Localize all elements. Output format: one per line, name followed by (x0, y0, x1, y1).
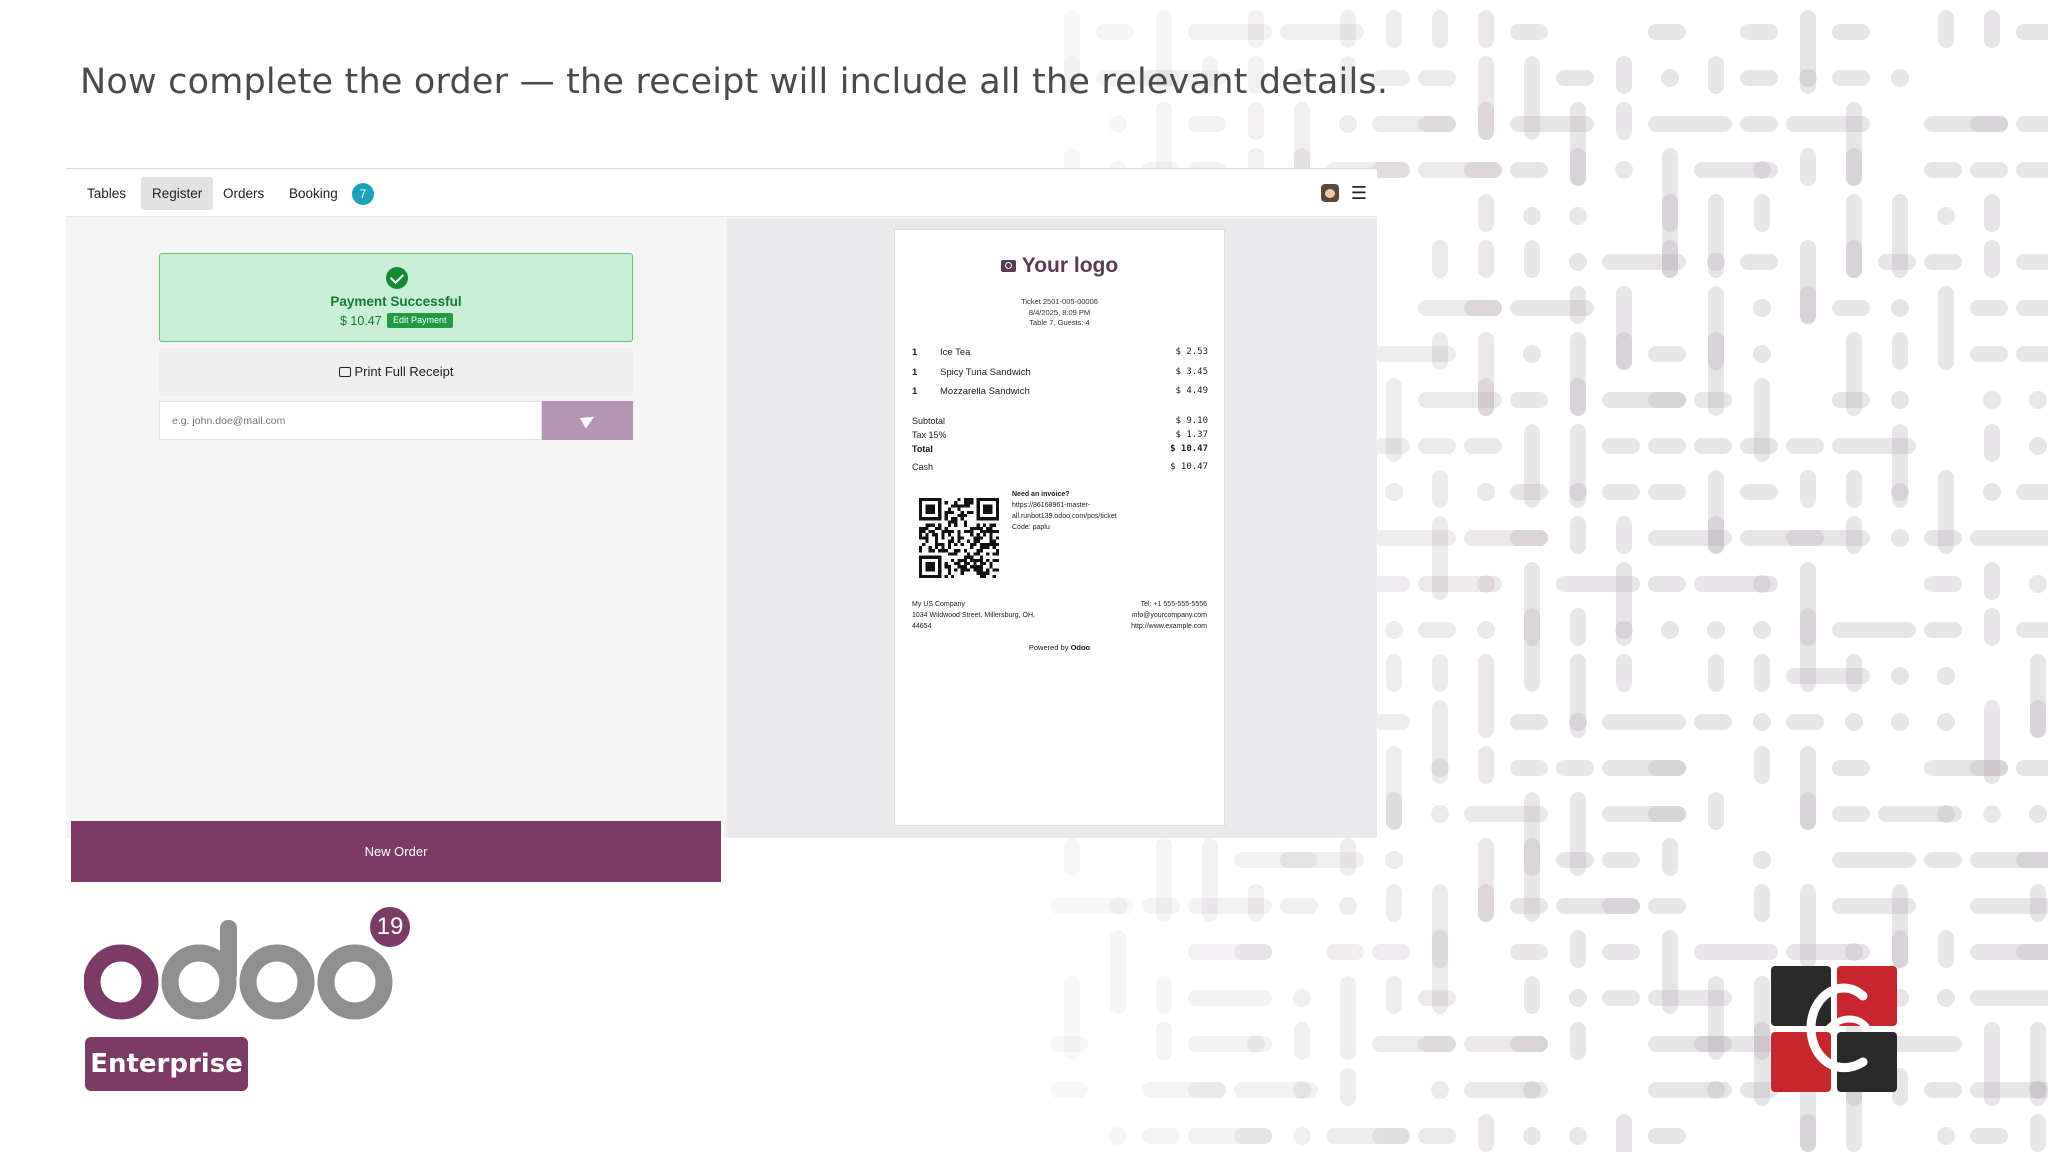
headline-text: Now complete the order — the receipt wil… (80, 62, 1389, 102)
total-label: Total (912, 444, 933, 454)
receipt-line: 1 Ice Tea $ 2.53 (912, 347, 1208, 361)
subtotal-row: Subtotal $ 9.10 (912, 416, 1208, 428)
tax-row: Tax 15% $ 1.37 (912, 430, 1208, 442)
tab-tables[interactable]: Tables (76, 177, 137, 210)
enterprise-badge: Enterprise (85, 1037, 248, 1091)
line-product: Mozzarella Sandwich (940, 386, 1030, 397)
receipt-preview-pane: Your logo Ticket 2501-005-00006 8/4/2025… (727, 218, 1377, 838)
company-address-line-2: 44654 (912, 623, 932, 630)
print-button-label: Print Full Receipt (354, 364, 454, 379)
company-address-line-1: 1034 Wildwood Street, Millersburg, OH, (912, 612, 1035, 619)
company-name: My US Company (912, 601, 965, 608)
tab-booking[interactable]: Booking (278, 177, 349, 210)
invoice-qr-code (919, 498, 999, 578)
subtotal-value: $ 9.10 (1175, 416, 1208, 426)
company-tel: Tel: +1 555-555-5556 (1140, 601, 1207, 608)
edit-payment-button[interactable]: Edit Payment (387, 313, 453, 328)
cash-value: $ 10.47 (1170, 462, 1208, 472)
line-qty: 1 (912, 386, 918, 397)
tab-orders[interactable]: Orders (212, 177, 275, 210)
line-price: $ 4.49 (1175, 386, 1208, 396)
user-avatar-icon[interactable] (1321, 184, 1339, 202)
top-navbar: Tables Register Orders Booking 7 ☰ (66, 169, 1377, 217)
company-contact: Tel: +1 555-555-5556 info@yourcompany.co… (1077, 599, 1207, 632)
powered-by: Powered by Odoo (895, 643, 1224, 652)
send-email-button[interactable] (542, 401, 633, 440)
brand-mark-logo (1771, 966, 1897, 1092)
receipt-logo-text: Your logo (1021, 254, 1119, 277)
receipt: Your logo Ticket 2501-005-00006 8/4/2025… (894, 229, 1225, 826)
line-product: Spicy Tuna Sandwich (940, 367, 1031, 378)
invoice-url-2: all.runbot139.odoo.com/pos/ticket (1012, 513, 1117, 520)
total-value: $ 10.47 (1170, 444, 1208, 454)
company-address: My US Company 1034 Wildwood Street, Mill… (912, 599, 1052, 632)
invoice-url-1: https://86168961-master- (1012, 502, 1091, 509)
payment-pane: Payment Successful $ 10.47 Edit Payment … (66, 218, 726, 882)
company-website: http://www.example.com (1131, 623, 1207, 630)
invoice-title: Need an invoice? (1012, 491, 1070, 498)
tax-label: Tax 15% (912, 430, 947, 440)
line-price: $ 3.45 (1175, 367, 1208, 377)
tax-value: $ 1.37 (1175, 430, 1208, 440)
check-circle-icon (386, 267, 408, 289)
cash-row: Cash $ 10.47 (912, 462, 1208, 474)
line-price: $ 2.53 (1175, 347, 1208, 357)
ticket-number: Ticket 2501-005-00006 (1021, 297, 1098, 306)
camera-icon (1000, 260, 1016, 272)
hamburger-menu-icon[interactable]: ☰ (1347, 179, 1371, 207)
cash-label: Cash (912, 462, 934, 472)
receipt-line: 1 Mozzarella Sandwich $ 4.49 (912, 386, 1208, 400)
powered-by-prefix: Powered by (1028, 643, 1069, 652)
line-qty: 1 (912, 347, 918, 358)
subtotal-label: Subtotal (912, 416, 946, 426)
ticket-table: Table 7, Guests: 4 (1029, 318, 1090, 327)
receipt-logo: Your logo (895, 254, 1224, 278)
line-product: Ice Tea (940, 347, 971, 358)
payment-status-title: Payment Successful (330, 294, 462, 309)
tab-register[interactable]: Register (141, 177, 214, 210)
paper-plane-icon (579, 411, 598, 429)
payment-status-card: Payment Successful $ 10.47 Edit Payment (159, 253, 633, 342)
invoice-code: Code: paplu (1012, 524, 1050, 531)
printer-icon (338, 367, 351, 377)
email-receipt-row (159, 401, 633, 440)
pos-app-window: Tables Register Orders Booking 7 ☰ Payme… (66, 168, 1377, 882)
booking-count-badge: 7 (352, 183, 374, 205)
ticket-datetime: 8/4/2025, 8:09 PM (1028, 307, 1091, 317)
version-badge: 19 (366, 903, 414, 951)
ticket-meta: Ticket 2501-005-00006 8/4/2025, 8:09 PM … (895, 297, 1224, 329)
invoice-info: Need an invoice? https://86168961-master… (1012, 489, 1142, 533)
total-row: Total $ 10.47 (912, 444, 1208, 456)
line-qty: 1 (912, 367, 918, 378)
payment-amount: $ 10.47 (340, 314, 382, 328)
new-order-button[interactable]: New Order (71, 821, 721, 882)
powered-by-brand: Odoo (1070, 643, 1091, 652)
company-email: info@yourcompany.com (1131, 612, 1207, 619)
receipt-line: 1 Spicy Tuna Sandwich $ 3.45 (912, 367, 1208, 381)
email-input[interactable] (159, 401, 542, 440)
print-full-receipt-button[interactable]: Print Full Receipt (159, 348, 633, 396)
